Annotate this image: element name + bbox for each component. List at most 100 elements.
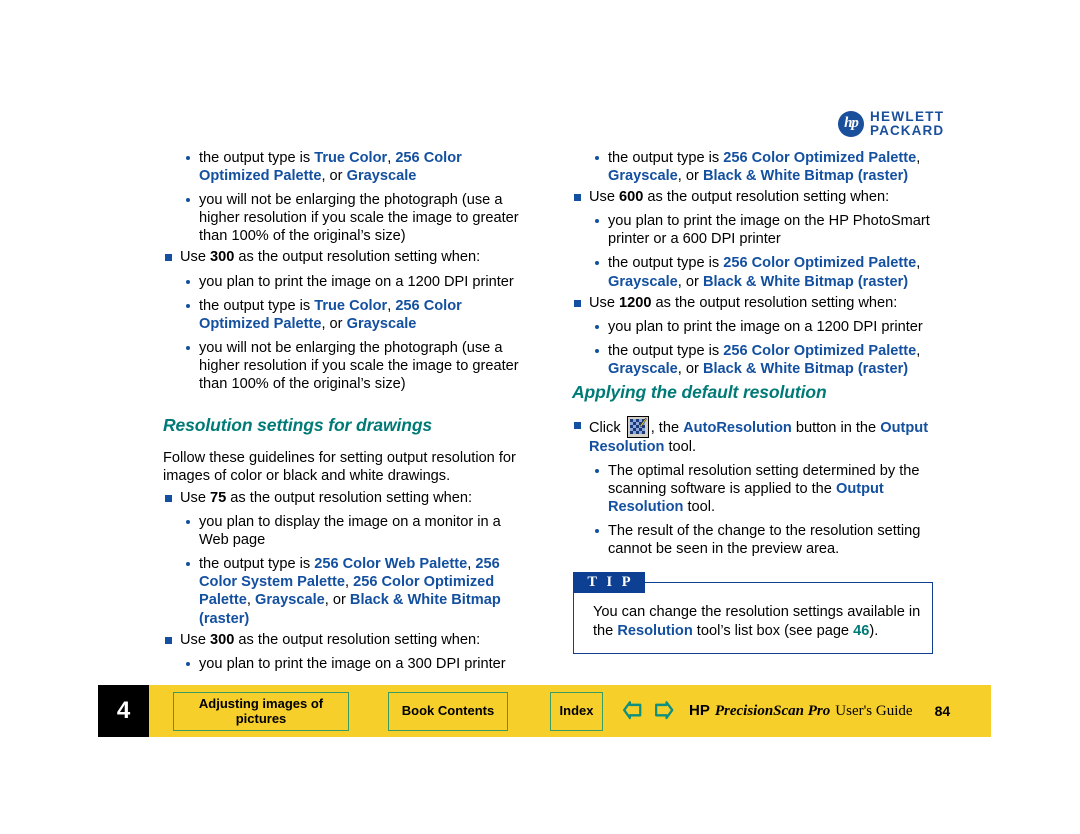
chapter-link-button[interactable]: Adjusting images of pictures: [173, 691, 349, 731]
text-run: button in the: [791, 419, 881, 436]
bullet-item-secondary: you plan to print the image on a 300 DPI…: [183, 655, 523, 673]
text-run: you will not be enlarging the photograph…: [199, 192, 519, 245]
guide-product-name: PrecisionScan Pro: [714, 703, 831, 719]
bullet-item-primary: Use 600 as the output resolution setting…: [572, 188, 944, 206]
right-list-1: the output type is 256 Color Optimized P…: [572, 149, 944, 378]
guide-title: HP PrecisionScan Pro User's Guide: [689, 702, 913, 720]
text-run: Use: [589, 294, 620, 311]
text-run: the output type is: [199, 150, 315, 166]
text-run: Use: [180, 631, 211, 648]
bullet-item-secondary: you will not be enlarging the photograph…: [183, 191, 523, 245]
bullet-item-primary: Use 75 as the output resolution setting …: [163, 489, 523, 507]
right-arrow-icon[interactable]: [653, 697, 679, 726]
emphasis-term: Grayscale: [346, 168, 417, 185]
bullet-item-secondary: the output type is True Color, 256 Color…: [183, 149, 523, 185]
bullet-item-secondary: you plan to print the image on a 1200 DP…: [183, 273, 523, 291]
emphasis-term: Black & White Bitmap (raster): [702, 273, 909, 290]
bullet-item-secondary: the output type is True Color, 256 Color…: [183, 297, 523, 333]
bullet-item-secondary: the output type is 256 Color Web Palette…: [183, 555, 523, 627]
emphasis-term: Black & White Bitmap (raster): [702, 360, 909, 377]
text-run: , or: [321, 315, 347, 332]
document-page: hp HEWLETT PACKARD the output type is Tr…: [0, 0, 1080, 834]
text-run: , or: [677, 273, 703, 290]
bullet-item-secondary: the output type is 256 Color Optimized P…: [592, 149, 944, 185]
emphasis-term: Resolution: [617, 622, 693, 639]
emphasis-term: Grayscale: [608, 360, 678, 377]
page-number: 84: [934, 703, 951, 719]
text-run: Use: [180, 249, 211, 266]
text-run: as the output resolution setting when:: [234, 631, 481, 648]
bullet-item-secondary: The optimal resolution setting determine…: [592, 462, 944, 516]
left-list-1: the output type is True Color, 256 Color…: [163, 149, 523, 393]
text-run: ,: [916, 255, 921, 272]
heading-applying-the-default-resolution: Applying the default resolution: [572, 382, 827, 403]
text-run: Use: [180, 490, 211, 506]
emphasis-term: Grayscale: [608, 273, 678, 290]
text-run: as the output resolution setting when:: [234, 249, 481, 266]
text-run: ,: [246, 592, 255, 609]
emphasis-term: AutoResolution: [683, 419, 792, 436]
text-run: you plan to display the image on a monit…: [199, 514, 501, 549]
autoresolution-icon[interactable]: [626, 415, 649, 438]
text-run: you plan to print the image on a 1200 DP…: [199, 273, 514, 290]
bullet-item-primary: Use 300 as the output resolution setting…: [163, 631, 523, 649]
text-run: you plan to print the image on a 300 DPI…: [199, 655, 506, 672]
bullet-item-secondary: you plan to display the image on a monit…: [183, 513, 523, 549]
text-run: ,: [916, 342, 921, 359]
emphasis-term: 256 Color Optimized Palette: [723, 342, 917, 359]
emphasis-term: 256 Color Web Palette: [314, 556, 468, 573]
text-run: as the output resolution setting when:: [226, 490, 473, 506]
emphasis-term: True Color: [314, 150, 388, 166]
index-button[interactable]: Index: [550, 691, 603, 731]
text-run: , or: [324, 592, 350, 609]
hp-logo-wordmark: HEWLETT PACKARD: [870, 110, 944, 138]
heading-resolution-settings-for-drawings: Resolution settings for drawings: [163, 415, 433, 436]
text-run: , or: [321, 168, 347, 185]
tip-box: T I P You can change the resolution sett…: [573, 572, 933, 654]
right-column: the output type is 256 Color Optimized P…: [572, 143, 944, 558]
emphasis-term: Grayscale: [346, 315, 417, 332]
page-footer: 4 Adjusting images of pictures Book Cont…: [98, 685, 991, 737]
resolution-value: 75: [210, 490, 227, 506]
left-arrow-icon[interactable]: [621, 697, 647, 726]
navigation-arrows: [621, 697, 679, 726]
intro-paragraph: Follow these guidelines for setting outp…: [163, 449, 516, 484]
emphasis-term: Black & White Bitmap (raster): [702, 168, 909, 185]
bullet-item-primary: Use 1200 as the output resolution settin…: [572, 294, 944, 312]
text-run: The result of the change to the resoluti…: [608, 523, 921, 558]
hp-logo-line2: PACKARD: [870, 122, 945, 138]
left-column: the output type is True Color, 256 Color…: [163, 143, 523, 673]
bullet-item-secondary: you plan to print the image on the HP Ph…: [592, 212, 944, 248]
text-run: you plan to print the image on the HP Ph…: [608, 213, 930, 248]
book-contents-button[interactable]: Book Contents: [388, 691, 508, 731]
emphasis-term: Grayscale: [608, 168, 678, 185]
page-reference: 46: [853, 622, 870, 639]
text-run: ).: [869, 622, 879, 639]
text-run: the output type is: [608, 150, 724, 166]
resolution-value: 300: [210, 631, 235, 648]
hp-logo-line1: HEWLETT: [870, 109, 945, 124]
text-run: tool’s list box (see page: [692, 622, 854, 639]
hp-logo: hp HEWLETT PACKARD: [838, 110, 944, 138]
bullet-item-primary: Use 300 as the output resolution setting…: [163, 248, 523, 266]
guide-hp-label: HP: [689, 702, 710, 719]
text-run: the output type is: [199, 556, 315, 573]
text-run: you plan to print the image on a 1200 DP…: [608, 318, 923, 335]
emphasis-term: True Color: [314, 297, 388, 314]
text-run: the output type is: [608, 342, 724, 359]
right-list-2: Click , the AutoResolution button in the…: [572, 415, 944, 559]
bullet-item-primary: Click , the AutoResolution button in the…: [572, 415, 944, 456]
resolution-value: 600: [619, 189, 644, 206]
left-list-2: Use 75 as the output resolution setting …: [163, 489, 523, 673]
resolution-value: 1200: [619, 294, 652, 311]
text-run: tool.: [683, 499, 716, 515]
chapter-number-badge: 4: [98, 685, 149, 737]
magic-wand-icon: [639, 417, 647, 428]
resolution-value: 300: [210, 249, 235, 266]
text-run: the output type is: [608, 255, 724, 272]
tip-text: You can change the resolution settings a…: [593, 603, 923, 640]
text-run: , the: [650, 419, 684, 436]
bullet-item-secondary: you plan to print the image on a 1200 DP…: [592, 318, 944, 336]
text-run: Use: [589, 189, 620, 206]
text-run: , or: [677, 168, 703, 185]
